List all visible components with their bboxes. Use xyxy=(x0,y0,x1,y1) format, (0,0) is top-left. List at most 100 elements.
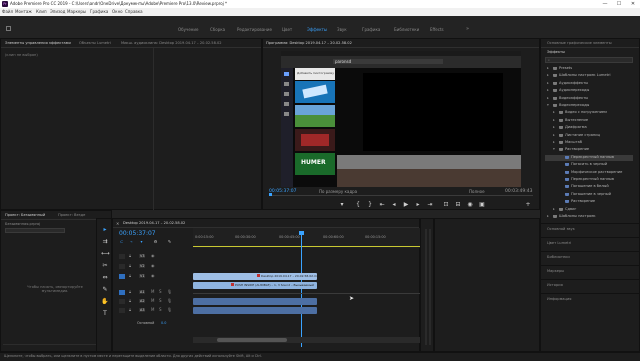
workspace-tab-libraries[interactable]: Библиотеки xyxy=(394,27,419,32)
track-label[interactable]: V2 xyxy=(139,264,146,268)
tab-audio-clip-mixer[interactable]: Микш. аудиоклипа: Desktop 2019.04.17 – 2… xyxy=(121,41,222,45)
workspace-tab-assembly[interactable]: Сборка xyxy=(210,27,225,32)
project-search-input[interactable] xyxy=(5,228,65,233)
effects-title[interactable]: Эффекты xyxy=(547,50,565,54)
timeline-tab[interactable]: Desktop 2019.04.17 – 20.02.58.02 xyxy=(123,221,185,225)
program-monitor-tab[interactable]: Программа: Desktop 2019.04.17 – 20.02.58… xyxy=(266,41,352,45)
effects-tree-item[interactable]: Погашение в черный xyxy=(545,192,633,198)
solo-button[interactable]: S xyxy=(159,298,162,303)
lock-icon[interactable]: 🔒︎ xyxy=(129,298,131,303)
essential-graphics-tab[interactable]: Основные графические элементы xyxy=(547,41,612,45)
timeline-close-icon[interactable]: ✕ xyxy=(116,221,119,226)
menu-edit[interactable]: Монтаж xyxy=(15,9,32,14)
timeline-scrollbar[interactable] xyxy=(193,337,421,343)
effects-tree-item[interactable]: ▾ Растворение xyxy=(545,147,633,153)
lock-icon[interactable]: 🔒︎ xyxy=(129,289,131,294)
chevron-right-icon[interactable]: ▸ xyxy=(553,110,555,114)
visibility-icon[interactable]: ◉ xyxy=(151,263,155,268)
effects-tree-item[interactable]: Перекрестный наплыв xyxy=(545,177,633,183)
mute-button[interactable]: M xyxy=(151,307,154,312)
workspace-tab-color[interactable]: Цвет xyxy=(282,27,292,32)
effects-tree-item[interactable]: ▸ Вытеснение xyxy=(545,118,633,124)
solo-button[interactable]: S xyxy=(159,307,162,312)
chevron-right-icon[interactable]: ▸ xyxy=(547,96,549,100)
source-patch-toggle[interactable] xyxy=(119,308,125,313)
effects-tree-item[interactable]: ▸ Аудиоэффекты xyxy=(545,81,633,87)
audio-clip-a2[interactable] xyxy=(193,307,317,314)
track-label[interactable]: V3 xyxy=(139,254,146,258)
tab-project[interactable]: Проект: Безымянный xyxy=(5,213,45,217)
quality-dropdown[interactable]: Полное xyxy=(469,189,485,194)
add-marker-icon[interactable]: ▾ xyxy=(139,239,144,245)
chevron-right-icon[interactable]: ▸ xyxy=(553,125,555,129)
snap-icon[interactable]: ⊂ xyxy=(119,239,124,245)
chevron-right-icon[interactable]: ▸ xyxy=(547,66,549,70)
chevron-down-icon[interactable]: ▾ xyxy=(547,103,549,107)
fit-dropdown[interactable]: По размеру кадра xyxy=(319,189,357,194)
effects-tree-item[interactable]: ▸ Листание страниц xyxy=(545,133,633,139)
source-patch-toggle[interactable] xyxy=(119,290,125,295)
ripple-edit-tool-icon[interactable]: ⟷ xyxy=(101,251,110,257)
track-label[interactable]: A2 xyxy=(139,299,146,303)
chevron-right-icon[interactable]: ▸ xyxy=(547,73,549,77)
microphone-icon[interactable]: 🎙︎ xyxy=(167,289,172,294)
menu-sequence[interactable]: Эпизод xyxy=(50,9,65,14)
chevron-right-icon[interactable]: ▸ xyxy=(553,133,555,137)
workspace-tab-learning[interactable]: Обучение xyxy=(178,27,198,32)
effects-tree-item[interactable]: Перекрестный наплыв xyxy=(545,154,633,161)
source-patch-toggle[interactable] xyxy=(119,264,125,269)
effects-tree-item[interactable]: ▸ Сдвиг xyxy=(545,207,633,213)
effects-tree-item[interactable]: ▸ Шаблоны настроек Lumetri xyxy=(545,73,633,79)
effects-section[interactable]: Информация xyxy=(541,293,639,307)
play-button[interactable]: ▶ xyxy=(403,202,409,208)
effects-tree-item[interactable]: Растворение xyxy=(545,199,633,205)
workspace-tab-audio[interactable]: Звук xyxy=(337,27,347,32)
effects-tree-item[interactable]: ▸ Presets xyxy=(545,66,633,72)
timeline-timecode[interactable]: 00:05:37:07 xyxy=(119,230,156,237)
visibility-icon[interactable]: ◉ xyxy=(151,253,155,258)
step-back-button[interactable]: ◂ xyxy=(391,202,397,208)
chevron-right-icon[interactable]: ▸ xyxy=(553,140,555,144)
mute-button[interactable]: M xyxy=(151,298,154,303)
chevron-down-icon[interactable]: ▾ xyxy=(553,147,555,151)
tab-lumetri-scopes[interactable]: Объекты Lumetri xyxy=(79,41,111,45)
work-area-bar[interactable] xyxy=(193,246,421,247)
lock-icon[interactable]: 🔒︎ xyxy=(129,307,131,312)
effects-tree-item[interactable]: ▸ Видеоэффекты xyxy=(545,96,633,102)
time-ruler[interactable]: 0:00:15:00 00:00:30:00 00:00:45:00 00:00… xyxy=(193,228,421,248)
source-patch-toggle[interactable] xyxy=(119,299,125,304)
mute-button[interactable]: M xyxy=(151,289,154,294)
lock-icon[interactable]: 🔒︎ xyxy=(129,253,131,258)
workspace-tab-effects-en[interactable]: Effects xyxy=(430,27,444,32)
visibility-icon[interactable]: ◉ xyxy=(151,273,155,278)
menu-window[interactable]: Окно xyxy=(112,9,123,14)
close-button[interactable]: ✕ xyxy=(626,0,640,8)
effects-tree-item[interactable]: ▸ Диафрагма xyxy=(545,125,633,131)
video-clip-v1[interactable]: PUSH INSIDE (AUDIBLE) – 1, 3 Sound – Выз… xyxy=(193,282,317,289)
lift-button[interactable]: ⊡ xyxy=(443,202,449,208)
master-volume-value[interactable]: 0.0 xyxy=(161,321,166,325)
effects-tree-item[interactable]: Погасить в черный xyxy=(545,162,633,168)
tab-project-all[interactable]: Проект: Везде xyxy=(58,213,85,217)
home-icon[interactable] xyxy=(6,26,11,31)
program-video-frame[interactable]: paronsd Добавить пиктограмму HUMER xyxy=(281,51,521,187)
effects-section[interactable]: История xyxy=(541,279,639,293)
lock-icon[interactable]: 🔒︎ xyxy=(129,263,131,268)
workspace-tab-graphics[interactable]: Графика xyxy=(362,27,380,32)
effects-tree-item[interactable]: ▸ Видео с погружением xyxy=(545,110,633,116)
razor-tool-icon[interactable]: ✂ xyxy=(101,263,109,269)
tab-effect-controls[interactable]: Элементы управления эффектами xyxy=(5,41,71,45)
menu-clip[interactable]: Клип xyxy=(36,9,47,14)
export-frame-button[interactable]: ◉ xyxy=(467,202,473,208)
audio-clip-a1[interactable] xyxy=(193,298,317,305)
maximize-button[interactable]: ☐ xyxy=(612,0,626,8)
captions-icon[interactable]: ✎ xyxy=(167,239,172,245)
menu-help[interactable]: Справка xyxy=(125,9,143,14)
effects-tree-item[interactable]: Морфическое растворение xyxy=(545,170,633,176)
mark-in-button[interactable]: { xyxy=(355,202,361,208)
video-clip-v2[interactable]: Desktop 2019.04.17 – 20.02.58.02.mp4 [V] xyxy=(193,273,317,280)
menu-graphics[interactable]: Графика xyxy=(90,9,108,14)
source-patch-toggle[interactable] xyxy=(119,254,125,259)
workspace-tab-editing[interactable]: Редактирование xyxy=(237,27,272,32)
timeline-scroll-thumb[interactable] xyxy=(217,338,287,342)
